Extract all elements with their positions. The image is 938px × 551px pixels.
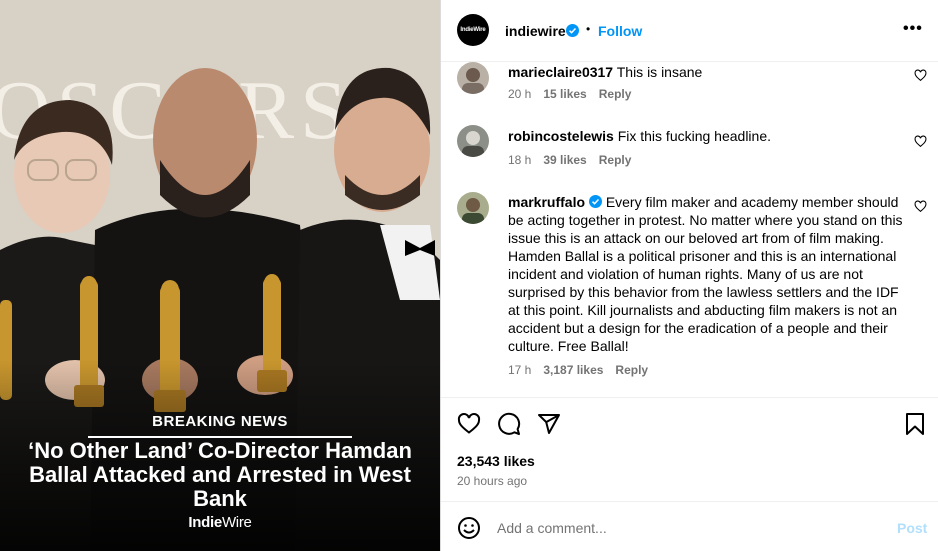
- add-comment-input[interactable]: [497, 516, 877, 540]
- comment-username[interactable]: robincostelewis: [508, 128, 614, 144]
- comment-text-block: marieclaire0317 This is insane: [508, 63, 898, 81]
- comment-composer: Post: [441, 501, 938, 551]
- comment-text: Every film maker and academy member shou…: [508, 194, 903, 354]
- indiewire-logo: IndieWire: [0, 514, 440, 531]
- comment-text: Fix this fucking headline.: [617, 128, 772, 144]
- comment-avatar[interactable]: [457, 62, 489, 94]
- comment-avatar[interactable]: [457, 192, 489, 224]
- save-bookmark-icon[interactable]: [903, 412, 927, 436]
- like-comment-heart-icon[interactable]: [914, 200, 927, 213]
- account-avatar[interactable]: IndieWire: [457, 14, 489, 46]
- reply-button[interactable]: Reply: [599, 153, 632, 167]
- reply-button[interactable]: Reply: [599, 87, 632, 101]
- comment-time[interactable]: 17 h: [508, 363, 531, 377]
- verified-badge-icon: [588, 195, 602, 208]
- post-image[interactable]: OSCARS: [0, 0, 440, 551]
- post-timestamp[interactable]: 20 hours ago: [457, 474, 527, 488]
- share-send-icon[interactable]: [537, 412, 561, 436]
- more-options-icon[interactable]: •••: [903, 20, 923, 38]
- avatar-photo-icon: [462, 198, 484, 224]
- comment-bubble-icon[interactable]: [497, 412, 521, 436]
- like-comment-heart-icon[interactable]: [914, 135, 927, 148]
- post-header: IndieWire indiewire • Follow •••: [441, 0, 938, 62]
- comment-likes[interactable]: 39 likes: [543, 153, 586, 167]
- verified-badge-icon: [566, 24, 579, 37]
- post-comment-button[interactable]: Post: [897, 520, 927, 536]
- logo-indie: Indie: [188, 514, 222, 531]
- logo-wire: Wire: [221, 514, 252, 531]
- reply-button[interactable]: Reply: [615, 363, 648, 377]
- avatar-photo-icon: [462, 68, 484, 94]
- comment-avatar[interactable]: [457, 125, 489, 157]
- comment-meta: 20 h 15 likes Reply: [508, 87, 643, 101]
- like-comment-heart-icon[interactable]: [914, 69, 927, 82]
- account-name[interactable]: indiewire: [505, 23, 566, 39]
- comment-text-block: markruffalo Every film maker and academy…: [508, 193, 903, 355]
- comment-meta: 17 h 3,187 likes Reply: [508, 363, 660, 377]
- comment-likes[interactable]: 15 likes: [543, 87, 586, 101]
- post-actions: 23,543 likes 20 hours ago: [441, 397, 938, 501]
- breaking-news-label: BREAKING NEWS: [152, 413, 288, 430]
- separator-dot: •: [586, 22, 591, 36]
- post-sidebar: IndieWire indiewire • Follow ••• mariecl…: [440, 0, 938, 551]
- follow-button[interactable]: Follow: [598, 23, 642, 39]
- comment-time[interactable]: 18 h: [508, 153, 531, 167]
- post-likes-count[interactable]: 23,543 likes: [457, 453, 535, 469]
- comment-username[interactable]: marieclaire0317: [508, 64, 613, 80]
- comment-time[interactable]: 20 h: [508, 87, 531, 101]
- emoji-smiley-icon[interactable]: [457, 516, 481, 540]
- headline: ‘No Other Land’ Co-Director Hamdan Balla…: [28, 438, 412, 511]
- avatar-photo-icon: [462, 131, 484, 157]
- comment-meta: 18 h 39 likes Reply: [508, 153, 643, 167]
- comment-text-block: robincostelewis Fix this fucking headlin…: [508, 127, 898, 145]
- comment-likes[interactable]: 3,187 likes: [543, 363, 603, 377]
- comment-text: This is insane: [616, 64, 703, 80]
- comments-list[interactable]: marieclaire0317 This is insane 20 h 15 li…: [441, 62, 938, 397]
- like-heart-icon[interactable]: [457, 412, 481, 436]
- comment-username[interactable]: markruffalo: [508, 194, 585, 210]
